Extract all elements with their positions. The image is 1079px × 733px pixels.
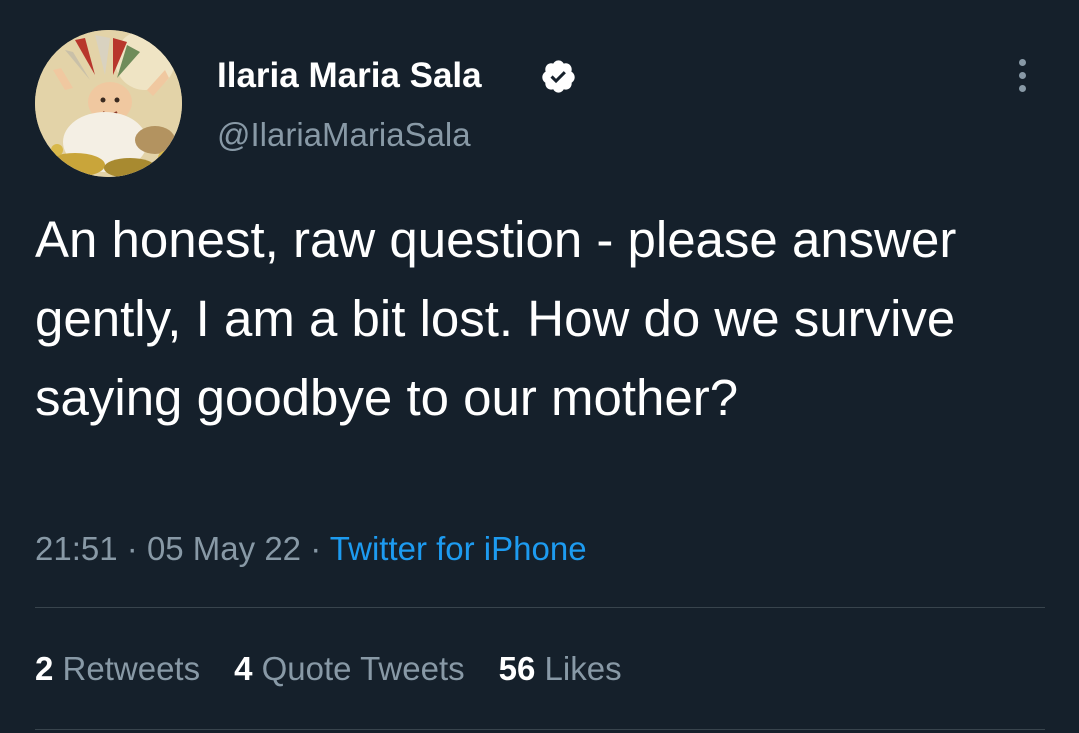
retweets-label: Retweets: [62, 650, 201, 687]
verified-badge-icon: [542, 60, 575, 93]
more-options-icon[interactable]: [1002, 55, 1042, 95]
meta-separator: ·: [126, 530, 138, 567]
avatar[interactable]: [35, 30, 182, 177]
retweets-stat[interactable]: 2 Retweets: [35, 647, 200, 691]
meta-separator: ·: [310, 530, 322, 567]
dot: [1018, 58, 1026, 66]
divider: [35, 729, 1045, 730]
tweet-time[interactable]: 21:51: [35, 530, 118, 567]
likes-stat[interactable]: 56 Likes: [499, 647, 622, 691]
likes-label: Likes: [544, 650, 622, 687]
quote-tweets-label: Quote Tweets: [261, 650, 465, 687]
tweet-source-link[interactable]: Twitter for iPhone: [330, 530, 587, 567]
user-handle[interactable]: @IlariaMariaSala: [217, 114, 471, 156]
caricature-avatar-icon: [35, 30, 182, 177]
quote-tweets-stat[interactable]: 4 Quote Tweets: [234, 647, 465, 691]
tweet-meta: 21:51 · 05 May 22 · Twitter for iPhone: [35, 527, 587, 571]
retweets-count: 2: [35, 650, 54, 687]
divider: [35, 607, 1045, 608]
tweet-card: Ilaria Maria Sala @IlariaMariaSala An ho…: [0, 0, 1079, 733]
dot: [1018, 84, 1026, 92]
likes-count: 56: [498, 650, 536, 687]
tweet-date[interactable]: 05 May 22: [147, 530, 301, 567]
dot: [1018, 71, 1026, 79]
display-name[interactable]: Ilaria Maria Sala: [217, 54, 482, 98]
tweet-text: An honest, raw question - please answer …: [35, 211, 957, 426]
tweet-stats: 2 Retweets 4 Quote Tweets 56 Likes: [35, 647, 622, 691]
quote-tweets-count: 4: [234, 650, 253, 687]
